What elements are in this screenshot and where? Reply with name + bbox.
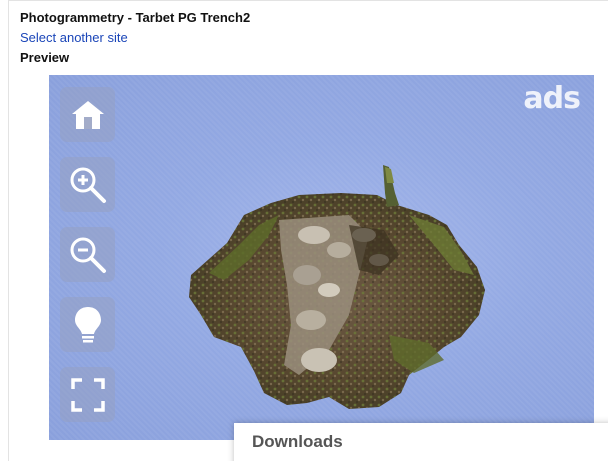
fullscreen-button[interactable]	[60, 367, 115, 422]
ads-logo: ads	[523, 81, 581, 116]
zoom-out-button[interactable]	[60, 227, 115, 282]
select-another-site-link[interactable]: Select another site	[20, 30, 128, 45]
downloads-panel: Downloads	[234, 423, 608, 461]
fullscreen-icon	[70, 377, 105, 412]
downloads-heading: Downloads	[252, 432, 343, 451]
3d-model-viewer[interactable]: ads	[49, 75, 594, 440]
home-button[interactable]	[60, 87, 115, 142]
home-icon	[71, 100, 104, 129]
zoom-in-button[interactable]	[60, 157, 115, 212]
photogrammetry-model[interactable]	[49, 75, 594, 440]
page: Photogrammetry - Tarbet PG Trench2 Selec…	[0, 0, 608, 461]
preview-label: Preview	[20, 50, 70, 65]
zoom-out-icon	[70, 237, 106, 273]
zoom-in-icon	[70, 167, 106, 203]
page-title: Photogrammetry - Tarbet PG Trench2	[20, 10, 251, 25]
lighting-button[interactable]	[60, 297, 115, 352]
lightbulb-icon	[74, 306, 101, 342]
